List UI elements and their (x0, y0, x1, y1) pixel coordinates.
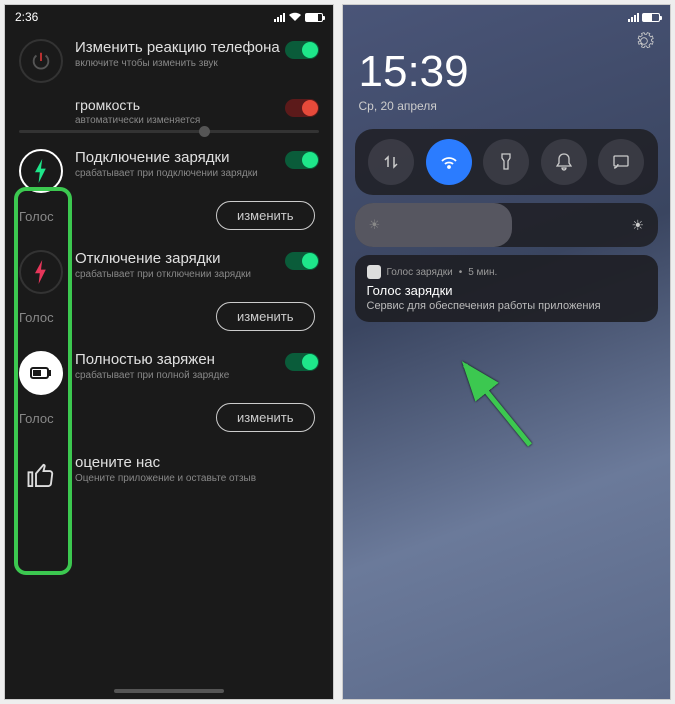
event-title: Отключение зарядки (75, 250, 285, 267)
rate-sub: Оцените приложение и оставьте отзыв (75, 473, 319, 484)
charge-disconnect-row: Отключение зарядки срабатывает при отклю… (5, 236, 333, 304)
event-toggle[interactable] (285, 151, 319, 169)
bolt-red-icon (19, 250, 63, 294)
sun-dim-icon: ☀ (369, 217, 381, 233)
event-title: Подключение зарядки (75, 149, 285, 166)
change-button[interactable]: изменить (216, 201, 315, 230)
settings-gear-icon[interactable] (634, 31, 654, 57)
rate-row[interactable]: оцените нас Оцените приложение и оставьт… (5, 438, 333, 508)
qs-wifi-icon[interactable] (426, 139, 472, 185)
signal-icon (274, 13, 285, 22)
notification-shade: 15:39 Ср, 20 апреля ☀ ☀ Голос зарядки • … (342, 4, 672, 700)
reaction-sub: включите чтобы изменить звук (75, 58, 285, 69)
shade-clock: 15:39 (343, 29, 671, 97)
power-icon (19, 39, 63, 83)
change-button[interactable]: изменить (216, 403, 315, 432)
status-bar (343, 5, 671, 29)
brightness-slider[interactable]: ☀ ☀ (355, 203, 659, 247)
battery-full-icon (19, 351, 63, 395)
event-toggle[interactable] (285, 353, 319, 371)
volume-row: громкость автоматически изменяется (5, 93, 333, 130)
bolt-green-icon (19, 149, 63, 193)
voice-label: Голос (19, 209, 54, 224)
reaction-row: Изменить реакцию телефона включите чтобы… (5, 29, 333, 93)
notif-time: 5 мин. (468, 267, 497, 278)
notification-card[interactable]: Голос зарядки • 5 мин. Голос зарядки Сер… (355, 255, 659, 322)
notif-body: Сервис для обеспечения работы приложения (367, 300, 647, 312)
qs-data-icon[interactable] (368, 139, 414, 185)
event-title: Полностью заряжен (75, 351, 285, 368)
signal-icon (628, 13, 639, 22)
event-sub: срабатывает при отключении зарядки (75, 269, 285, 280)
qs-cast-icon[interactable] (598, 139, 644, 185)
change-button[interactable]: изменить (216, 302, 315, 331)
volume-sub: автоматически изменяется (75, 115, 285, 126)
sun-bright-icon: ☀ (631, 217, 644, 234)
event-toggle[interactable] (285, 252, 319, 270)
app-settings-screen: 2:36 Изменить реакцию телефона включите … (4, 4, 334, 700)
wifi-icon (288, 12, 302, 22)
status-time: 2:36 (15, 10, 38, 24)
event-sub: срабатывает при подключении зарядки (75, 168, 285, 179)
quick-settings (355, 129, 659, 195)
voice-label: Голос (19, 310, 54, 325)
notif-app-name: Голос зарядки (387, 267, 453, 278)
volume-toggle[interactable] (285, 99, 319, 117)
battery-icon (305, 13, 323, 22)
event-sub: срабатывает при полной зарядке (75, 370, 285, 381)
reaction-toggle[interactable] (285, 41, 319, 59)
full-charge-row: Полностью заряжен срабатывает при полной… (5, 337, 333, 405)
status-bar: 2:36 (5, 5, 333, 29)
notif-title: Голос зарядки (367, 283, 647, 298)
volume-title: громкость (75, 97, 285, 113)
thumbs-up-icon (19, 454, 63, 498)
qs-flashlight-icon[interactable] (483, 139, 529, 185)
qs-dnd-icon[interactable] (541, 139, 587, 185)
charge-connect-row: Подключение зарядки срабатывает при подк… (5, 133, 333, 203)
home-indicator[interactable] (114, 689, 224, 693)
notif-app-icon (367, 265, 381, 279)
reaction-title: Изменить реакцию телефона (75, 39, 285, 56)
voice-label: Голос (19, 411, 54, 426)
battery-icon (642, 13, 660, 22)
rate-title: оцените нас (75, 454, 319, 471)
shade-date: Ср, 20 апреля (343, 97, 671, 125)
